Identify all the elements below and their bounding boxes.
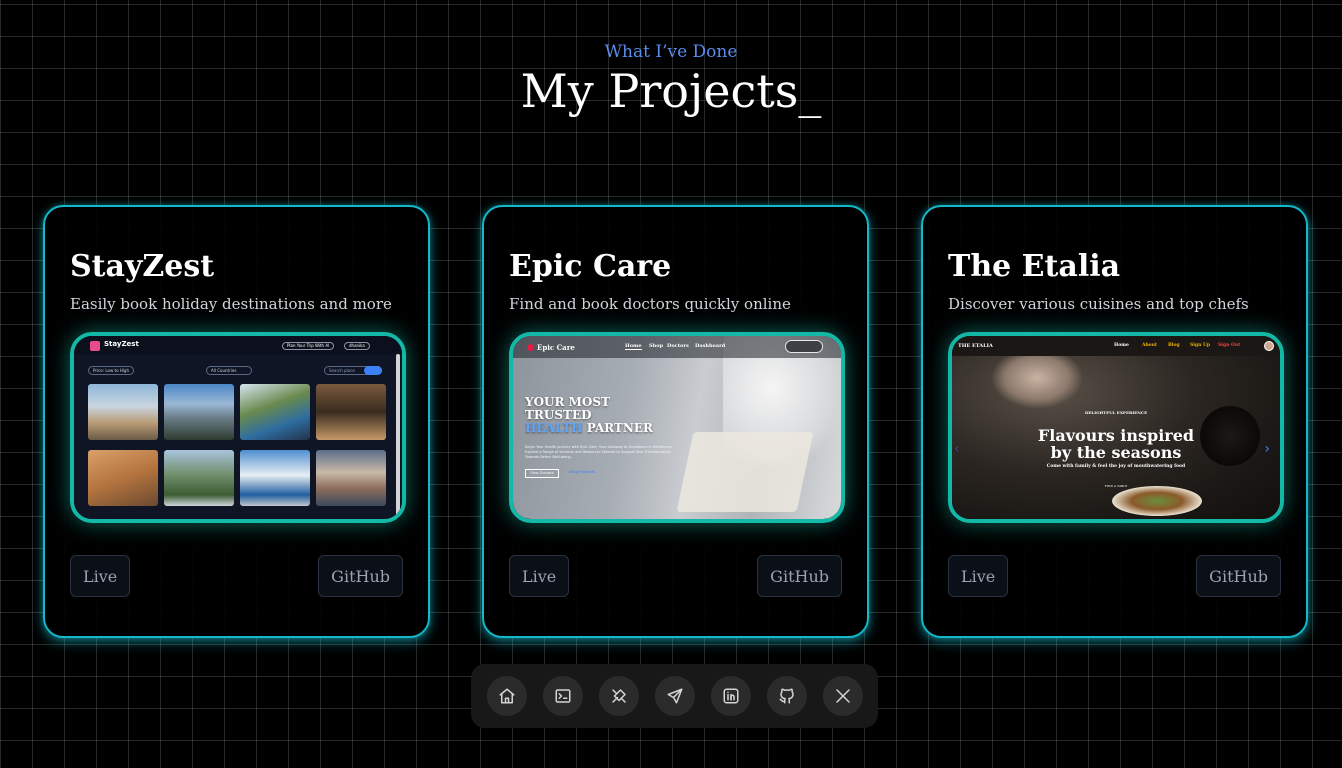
preview-sort-select: Price: Low to High	[88, 366, 135, 375]
epic-care-preview: Epic Care Home Shop Doctors Dashboard YO…	[513, 336, 841, 519]
destination-image	[164, 450, 234, 506]
preview-headline: Flavours inspired by the seasons	[1037, 426, 1195, 462]
preview-nav-signup: Sign Up	[1190, 343, 1211, 348]
preview-logo: StayZest	[104, 340, 139, 348]
dock-home-button[interactable]	[487, 676, 527, 716]
dock-contact-button[interactable]	[655, 676, 695, 716]
linkedin-icon	[723, 688, 739, 704]
preview-user: dhanika	[344, 342, 370, 350]
live-button[interactable]: Live	[948, 555, 1009, 597]
preview-nav-home: Home	[625, 343, 642, 350]
terminal-icon	[555, 689, 571, 703]
github-button[interactable]: GitHub	[318, 555, 403, 597]
dock-x-button[interactable]	[823, 676, 863, 716]
project-title: The Etalia	[948, 249, 1121, 284]
destination-image	[316, 450, 386, 506]
live-button[interactable]: Live	[509, 555, 570, 597]
live-button[interactable]: Live	[70, 555, 131, 597]
home-icon	[499, 688, 515, 704]
preview-view-doctors: View Doctors	[525, 469, 559, 478]
preview-nav-shop: Shop	[649, 343, 664, 349]
project-title: Epic Care	[509, 249, 672, 284]
preview-nav-home: Home	[1114, 343, 1129, 348]
preview-nav-doctors: Doctors	[667, 343, 689, 349]
preview-scrollbar	[396, 354, 400, 519]
project-card-epic-care: Epic Care Find and book doctors quickly …	[482, 205, 869, 638]
dock-terminal-button[interactable]	[543, 676, 583, 716]
destination-image	[240, 384, 310, 440]
destination-image	[240, 450, 310, 506]
x-icon	[836, 689, 850, 703]
clipboard-image	[676, 432, 814, 512]
preview-subtitle: Come with family & feel the joy of mouth…	[1046, 464, 1186, 469]
preview-avatar	[1264, 341, 1274, 351]
project-description: Discover various cuisines and top chefs	[948, 295, 1249, 313]
section-eyebrow: What I’ve Done	[604, 42, 738, 62]
preview-body: Begin Your Health Journey with Epic Care…	[525, 445, 673, 459]
bottom-dock	[471, 664, 878, 728]
dish-image	[1112, 486, 1202, 516]
preview-nav-dashboard: Dashboard	[695, 343, 726, 349]
github-button[interactable]: GitHub	[1196, 555, 1281, 597]
page-title: My Projects_	[520, 64, 822, 118]
project-screenshot: StayZest Plan Your Trip With AI dhanika …	[70, 332, 406, 523]
project-description: Easily book holiday destinations and mor…	[70, 295, 392, 313]
dock-linkedin-button[interactable]	[711, 676, 751, 716]
chevron-right-icon: ›	[1264, 441, 1270, 457]
preview-cart-toggle	[785, 340, 823, 353]
chevron-left-icon: ‹	[954, 441, 960, 457]
preview-eyebrow: DELIGHTFUL EXPERIENCE	[1084, 410, 1148, 415]
project-card-stayzest: StayZest Easily book holiday destination…	[43, 205, 430, 638]
dock-github-button[interactable]	[767, 676, 807, 716]
project-card-etalia: The Etalia Discover various cuisines and…	[921, 205, 1308, 638]
destination-image	[164, 384, 234, 440]
github-icon	[779, 688, 794, 704]
tools-icon	[612, 689, 626, 703]
preview-logo: Epic Care	[527, 343, 575, 352]
section-header: What I’ve Done My Projects_	[0, 42, 1342, 118]
project-title: StayZest	[70, 249, 215, 284]
destination-image	[316, 384, 386, 440]
preview-shop-products: Shop Products	[569, 470, 595, 474]
stayzest-preview: StayZest Plan Your Trip With AI dhanika …	[74, 336, 402, 519]
preview-find-table: FIND A TABLE	[1104, 484, 1128, 488]
preview-nav-signout: Sign Out	[1218, 343, 1241, 348]
github-button[interactable]: GitHub	[757, 555, 842, 597]
chef-hand-image	[992, 348, 1082, 408]
preview-plan-button: Plan Your Trip With AI	[282, 342, 335, 350]
preview-nav-blog: Blog	[1168, 343, 1180, 348]
project-screenshot: THE ETALIA Home About Blog Sign Up Sign …	[948, 332, 1284, 523]
dock-tools-button[interactable]	[599, 676, 639, 716]
destination-image	[88, 384, 158, 440]
logo-icon	[90, 341, 100, 351]
preview-country-select: All Countries	[206, 366, 252, 375]
send-icon	[667, 688, 683, 704]
etalia-preview: THE ETALIA Home About Blog Sign Up Sign …	[952, 336, 1280, 519]
project-description: Find and book doctors quickly online	[509, 295, 791, 313]
project-screenshot: Epic Care Home Shop Doctors Dashboard YO…	[509, 332, 845, 523]
preview-search-button	[364, 366, 382, 375]
preview-nav-about: About	[1142, 343, 1157, 348]
destination-image	[88, 450, 158, 506]
preview-headline: YOUR MOST TRUSTED HEALTH PARTNER	[525, 395, 653, 435]
preview-logo: THE ETALIA	[958, 343, 993, 349]
